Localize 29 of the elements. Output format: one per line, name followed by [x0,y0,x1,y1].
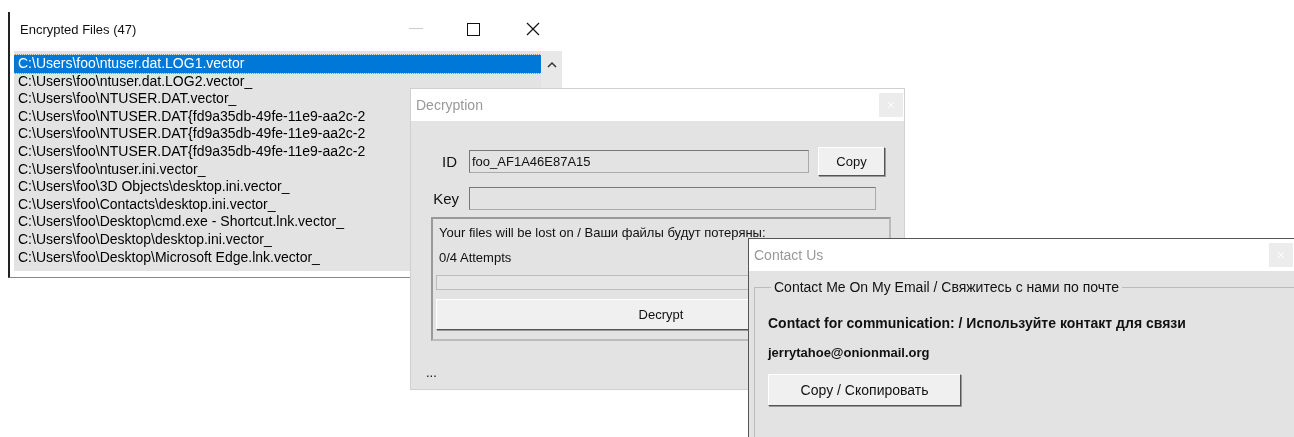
window-title: Decryption [415,97,484,113]
key-field[interactable] [469,187,876,210]
file-item[interactable]: C:\Users\foo\NTUSER.DAT{fd9a35db-49fe-11e9-aa2c-2 [14,142,366,161]
file-item[interactable]: C:\Users\foo\NTUSER.DAT.vector_ [14,90,237,108]
copy-button[interactable]: Copy / Скопировать [768,374,961,406]
attempts-text: 0/4 Attempts [438,250,512,265]
key-label: Key [432,190,460,207]
file-item[interactable]: C:\Users\foo\Desktop\Microsoft Edge.lnk.vector_ [14,248,320,267]
file-item[interactable]: C:\Users\foo\ntuser.dat.LOG2.vector_ [14,72,253,91]
file-item[interactable]: C:\Users\foo\ntuser.dat.LOG1.vector [14,55,542,73]
window-title: Contact Us [753,247,825,263]
notice-text: Your files will be lost on / Ваши файлы будут потеряны: [438,225,767,240]
file-item[interactable]: C:\Users\foo\NTUSER.DAT{fd9a35db-49fe-11e9-aa2c-2 [14,107,366,126]
copy-button[interactable]: Copy [818,147,885,176]
scroll-up-icon[interactable] [546,61,557,68]
group-title: Contact Me On My Email / Свяжитесь с нами по почте [773,279,1121,295]
file-item[interactable]: C:\Users\foo\Desktop\cmd.exe - Shortcut.lnk.vector_ [14,213,344,231]
file-item[interactable]: C:\Users\foo\Contacts\desktop.ini.vector_ [14,195,276,214]
window-title: Encrypted Files (47) [19,21,138,37]
file-item[interactable]: C:\Users\foo\ntuser.ini.vector_ [14,160,206,179]
id-field[interactable]: foo_AF1A46E87A15 [469,150,809,173]
file-item[interactable]: C:\Users\foo\Desktop\desktop.ini.vector_ [14,230,272,249]
close-icon[interactable] [526,22,540,36]
email-text: jerrytahoe@onionmail.org [768,345,930,360]
status-text: ... [426,365,438,380]
id-label: ID [441,153,458,170]
file-item[interactable]: C:\Users\foo\NTUSER.DAT{fd9a35db-49fe-11e9-aa2c-2 [14,125,366,143]
file-item[interactable]: C:\Users\foo\3D Objects\desktop.ini.vector_ [14,178,290,196]
maximize-icon[interactable] [467,22,480,36]
